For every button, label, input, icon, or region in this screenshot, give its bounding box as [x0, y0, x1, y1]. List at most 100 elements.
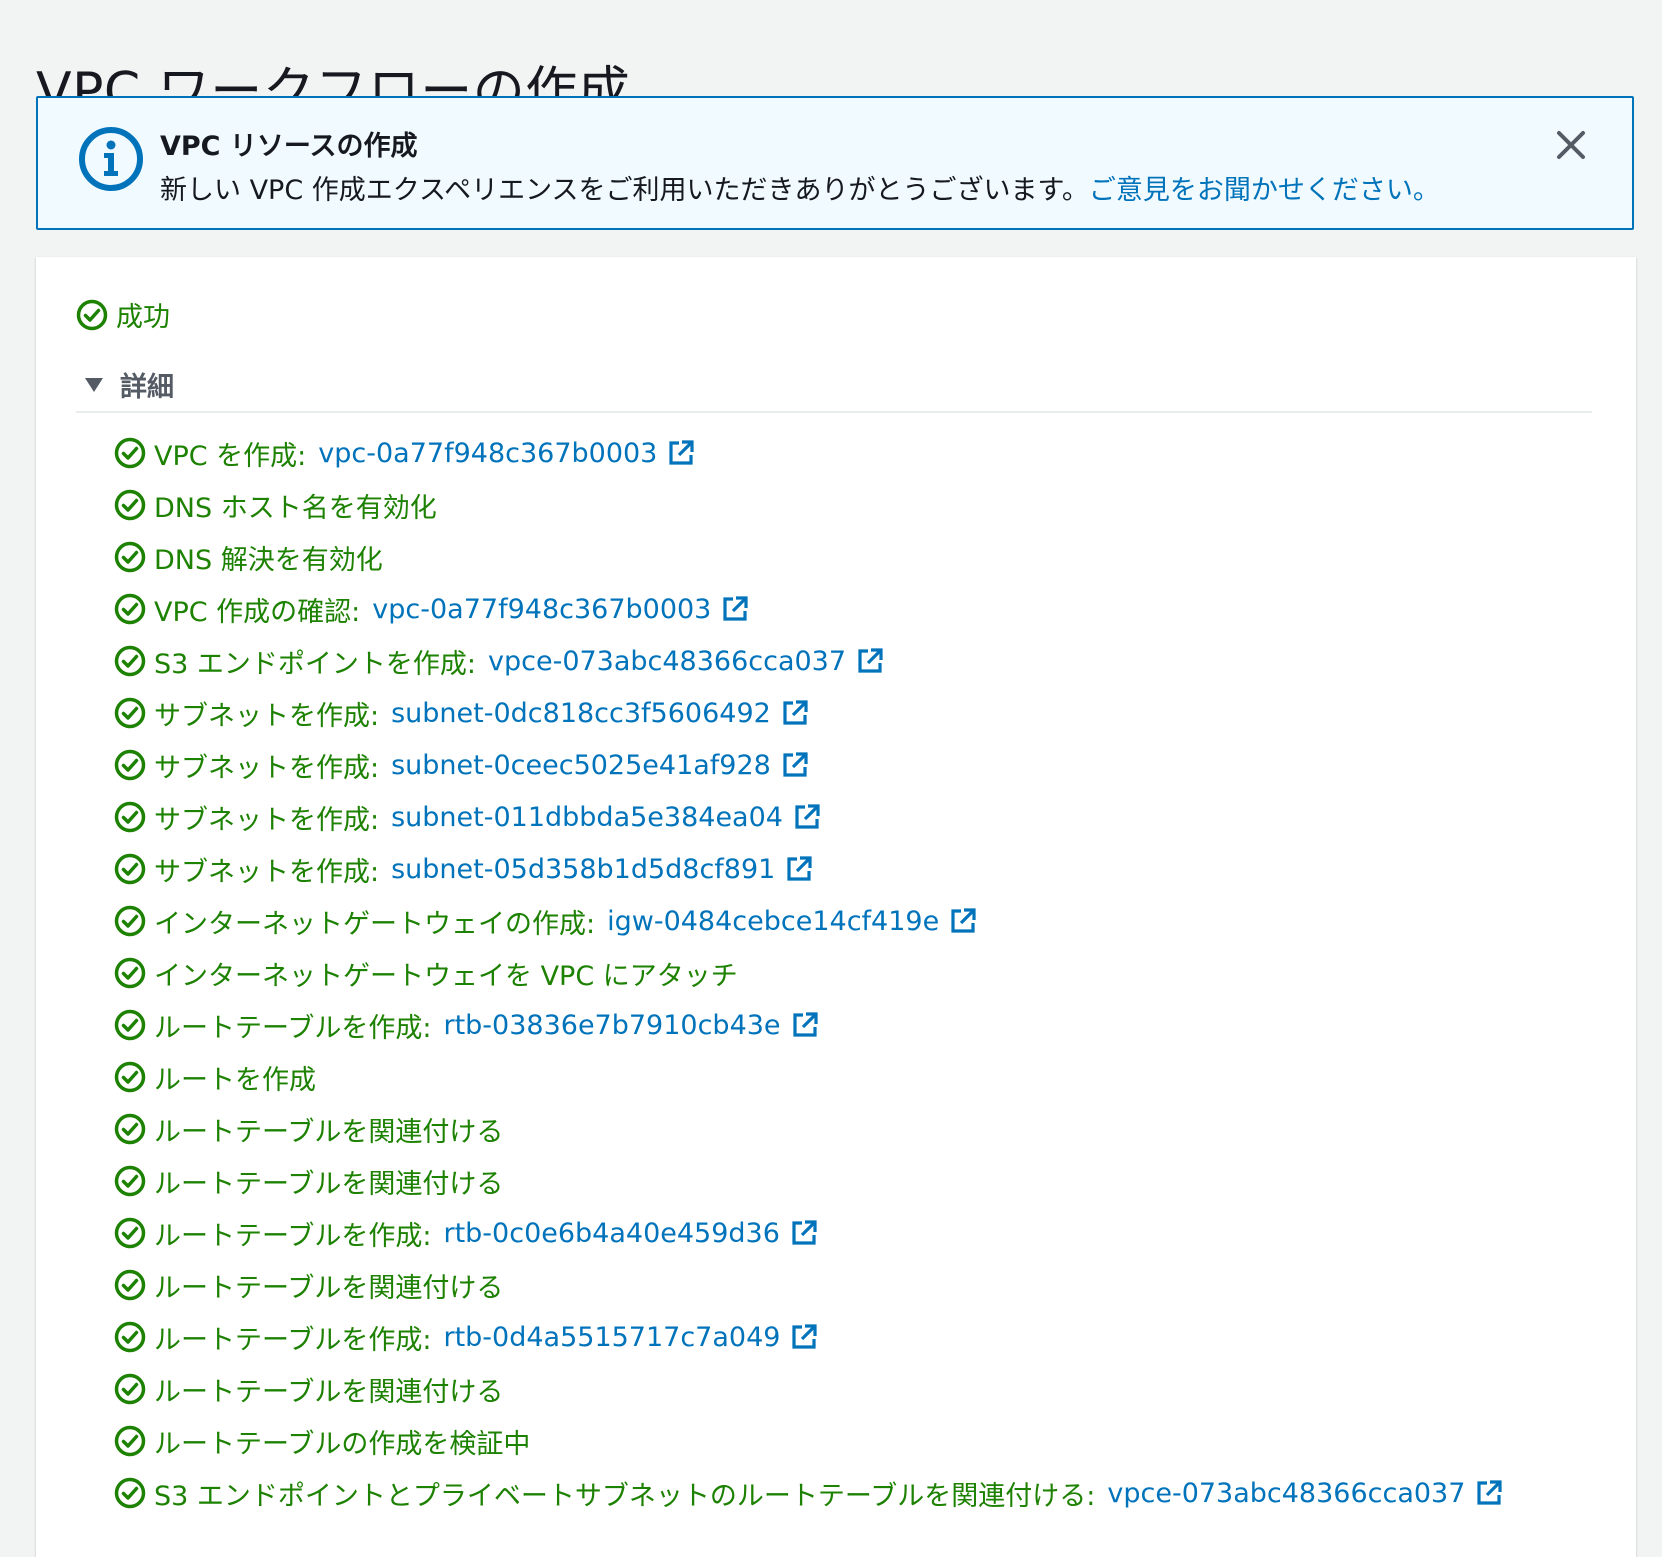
resource-link[interactable]: subnet-05d358b1d5d8cf891	[391, 854, 813, 885]
check-circle-icon	[114, 905, 146, 937]
resource-id: vpce-073abc48366cca037	[488, 645, 847, 677]
divider	[76, 411, 1592, 413]
step-item: サブネットを作成: subnet-0dc818cc3f5606492	[114, 687, 1503, 739]
resource-link[interactable]: vpc-0a77f948c367b0003	[372, 594, 749, 625]
resource-id: subnet-0ceec5025e41af928	[391, 749, 771, 781]
step-label: ルートテーブルを関連付ける	[154, 1168, 504, 1200]
step-label: サブネットを作成:	[154, 700, 380, 732]
step-item: VPC 作成の確認: vpc-0a77f948c367b0003	[114, 583, 1503, 635]
resource-id: rtb-0d4a5515717c7a049	[443, 1321, 781, 1353]
external-link-icon	[669, 440, 694, 465]
step-label: VPC を作成:	[154, 440, 307, 472]
step-label: ルートテーブルを作成:	[154, 1012, 432, 1044]
flash-title: VPC リソースの作成	[160, 131, 418, 162]
external-link-icon	[787, 856, 812, 881]
step-item: ルートテーブルを関連付ける	[114, 1103, 1503, 1155]
step-label: ルートテーブルを関連付ける	[154, 1376, 504, 1408]
check-circle-icon	[114, 593, 146, 625]
step-item: ルートテーブルを関連付ける	[114, 1363, 1503, 1415]
resource-link[interactable]: rtb-03836e7b7910cb43e	[443, 1010, 818, 1041]
check-circle-icon	[114, 957, 146, 989]
resource-link[interactable]: subnet-0dc818cc3f5606492	[391, 698, 809, 729]
check-circle-icon	[114, 1373, 146, 1405]
step-label: ルートテーブルを作成:	[154, 1220, 432, 1252]
check-circle-icon	[114, 697, 146, 729]
step-label: サブネットを作成:	[154, 856, 380, 888]
external-link-icon	[792, 1220, 817, 1245]
check-circle-icon	[114, 1425, 146, 1457]
info-icon	[79, 127, 143, 191]
step-item: S3 エンドポイントとプライベートサブネットのルートテーブルを関連付ける: vpc…	[114, 1467, 1503, 1519]
step-label: サブネットを作成:	[154, 804, 380, 836]
check-circle-icon	[114, 1061, 146, 1093]
details-label: 詳細	[120, 372, 174, 403]
status-label: 成功	[116, 302, 170, 333]
resource-link[interactable]: vpce-073abc48366cca037	[488, 646, 884, 677]
step-label: ルートを作成	[154, 1064, 316, 1096]
step-item: インターネットゲートウェイを VPC にアタッチ	[114, 947, 1503, 999]
check-circle-icon	[114, 1113, 146, 1145]
step-item: ルートテーブルを関連付ける	[114, 1259, 1503, 1311]
step-item: ルートテーブルを関連付ける	[114, 1155, 1503, 1207]
caret-down-icon	[85, 377, 103, 392]
close-icon[interactable]	[1554, 128, 1588, 162]
step-item: ルートテーブルを作成: rtb-0d4a5515717c7a049	[114, 1311, 1503, 1363]
resource-link[interactable]: vpce-073abc48366cca037	[1107, 1478, 1503, 1509]
step-label: インターネットゲートウェイの作成:	[154, 908, 596, 940]
resource-link[interactable]: rtb-0d4a5515717c7a049	[443, 1322, 818, 1353]
step-item: DNS ホスト名を有効化	[114, 479, 1503, 531]
step-item: ルートテーブルの作成を検証中	[114, 1415, 1503, 1467]
check-circle-icon	[114, 541, 146, 573]
step-item: ルートテーブルを作成: rtb-0c0e6b4a40e459d36	[114, 1207, 1503, 1259]
step-label: ルートテーブルの作成を検証中	[154, 1428, 531, 1460]
external-link-icon	[795, 804, 820, 829]
external-link-icon	[783, 752, 808, 777]
step-label: S3 エンドポイントとプライベートサブネットのルートテーブルを関連付ける:	[154, 1480, 1096, 1512]
external-link-icon	[792, 1324, 818, 1349]
step-item: DNS 解決を有効化	[114, 531, 1503, 583]
check-circle-icon	[114, 489, 146, 521]
check-circle-icon	[114, 801, 146, 833]
step-item: S3 エンドポイントを作成: vpce-073abc48366cca037	[114, 635, 1503, 687]
resource-id: rtb-03836e7b7910cb43e	[443, 1009, 781, 1041]
resource-id: vpc-0a77f948c367b0003	[318, 437, 658, 469]
check-circle-icon	[114, 437, 146, 469]
check-circle-icon	[114, 1165, 146, 1197]
resource-id: vpce-073abc48366cca037	[1107, 1477, 1466, 1509]
check-circle-icon	[76, 299, 108, 330]
resource-link[interactable]: igw-0484cebce14cf419e	[607, 906, 977, 937]
step-item: サブネットを作成: subnet-0ceec5025e41af928	[114, 739, 1503, 791]
step-label: ルートテーブルを関連付ける	[154, 1116, 504, 1148]
info-flash-banner: VPC リソースの作成 新しい VPC 作成エクスペリエンスをご利用いただきあり…	[36, 96, 1634, 230]
resource-link[interactable]: subnet-011dbbda5e384ea04	[391, 802, 821, 833]
check-circle-icon	[114, 645, 146, 677]
resource-id: vpc-0a77f948c367b0003	[372, 593, 712, 625]
step-label: DNS 解決を有効化	[154, 544, 383, 576]
resource-link[interactable]: rtb-0c0e6b4a40e459d36	[443, 1218, 817, 1249]
check-circle-icon	[114, 1269, 146, 1301]
resource-id: subnet-0dc818cc3f5606492	[391, 697, 771, 729]
feedback-link[interactable]: ご意見をお聞かせください。	[1089, 175, 1440, 206]
step-label: S3 エンドポイントを作成:	[154, 648, 476, 680]
step-item: インターネットゲートウェイの作成: igw-0484cebce14cf419e	[114, 895, 1503, 947]
steps-list: VPC を作成: vpc-0a77f948c367b0003 DNS ホスト名を有効…	[114, 427, 1503, 1519]
external-link-icon	[783, 700, 808, 725]
resource-id: subnet-05d358b1d5d8cf891	[391, 853, 776, 885]
resource-link[interactable]: subnet-0ceec5025e41af928	[391, 750, 809, 781]
check-circle-icon	[114, 1321, 146, 1353]
external-link-icon	[792, 1012, 818, 1037]
step-item: ルートテーブルを作成: rtb-03836e7b7910cb43e	[114, 999, 1503, 1051]
external-link-icon	[1477, 1480, 1503, 1505]
step-label: インターネットゲートウェイを VPC にアタッチ	[154, 960, 738, 992]
check-circle-icon	[114, 1009, 146, 1041]
flash-message-text: 新しい VPC 作成エクスペリエンスをご利用いただきありがとうございます。	[160, 175, 1089, 206]
step-label: VPC 作成の確認:	[154, 596, 361, 628]
check-circle-icon	[114, 1217, 146, 1249]
resource-link[interactable]: vpc-0a77f948c367b0003	[318, 438, 695, 469]
details-toggle[interactable]: 詳細	[84, 365, 174, 404]
step-label: ルートテーブルを関連付ける	[154, 1272, 504, 1304]
resource-id: subnet-011dbbda5e384ea04	[391, 801, 783, 833]
check-circle-icon	[114, 853, 146, 885]
resource-id: igw-0484cebce14cf419e	[607, 905, 940, 937]
step-label: DNS ホスト名を有効化	[154, 492, 437, 524]
